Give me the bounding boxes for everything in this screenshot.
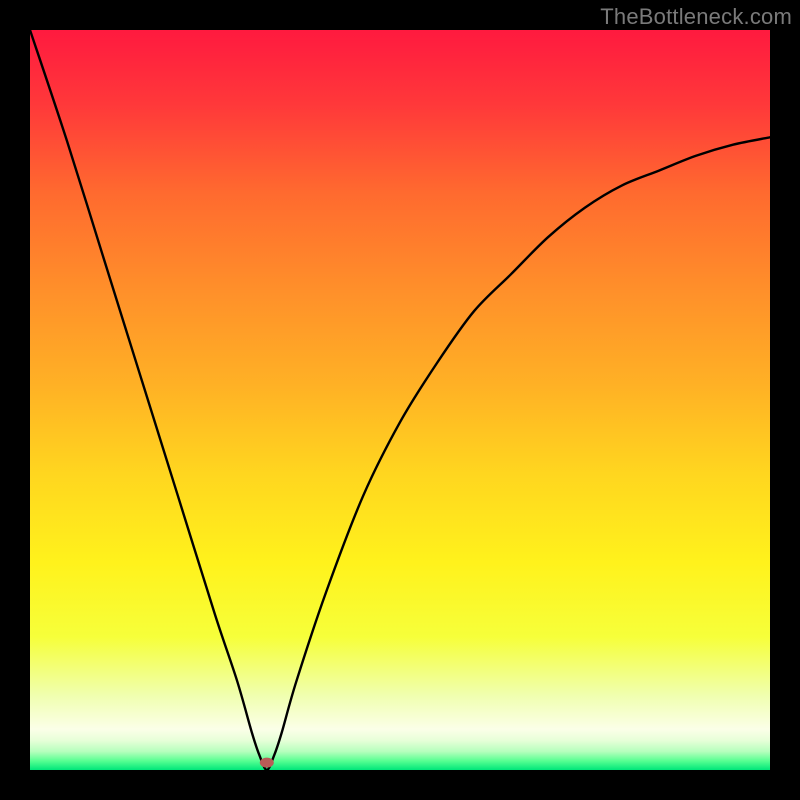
bottleneck-chart <box>30 30 770 770</box>
chart-frame: TheBottleneck.com <box>0 0 800 800</box>
optimal-point-marker <box>260 758 274 768</box>
watermark-text: TheBottleneck.com <box>600 4 792 30</box>
plot-area <box>30 30 770 770</box>
gradient-background <box>30 30 770 770</box>
